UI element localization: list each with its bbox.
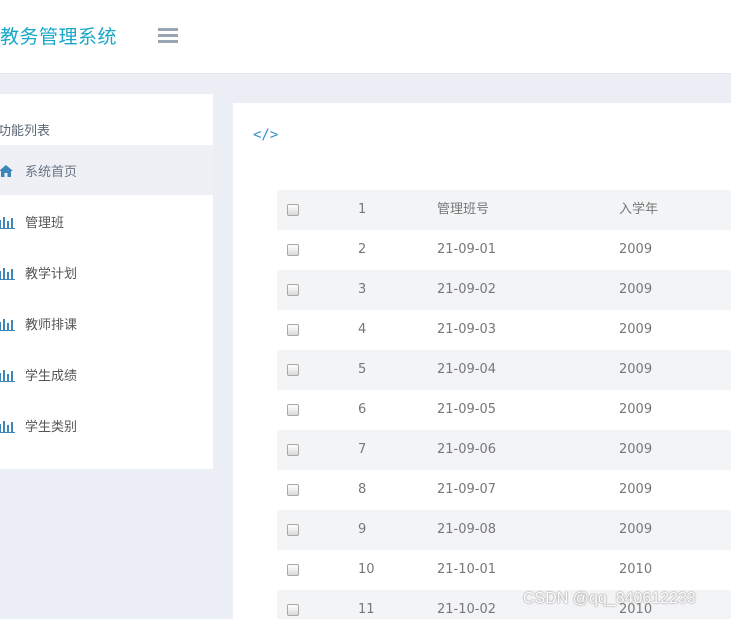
- sidebar-item-label: 教师排课: [25, 317, 78, 333]
- enroll-year-cell: 2009: [619, 482, 653, 497]
- table-header-row: 1 管理班号 入学年: [277, 190, 731, 230]
- home-icon: [0, 163, 16, 177]
- enroll-year-cell: 2009: [619, 442, 653, 457]
- bar-chart-icon: [0, 214, 16, 229]
- row-number: 3: [358, 282, 367, 297]
- row-checkbox[interactable]: [287, 564, 299, 576]
- bar-chart-icon: [0, 316, 16, 331]
- table-row: 2 21-09-01 2009: [277, 230, 731, 270]
- row-checkbox[interactable]: [287, 284, 299, 296]
- sidebar-item[interactable]: 教师排课: [0, 298, 213, 348]
- class-number-cell: 21-09-02: [437, 282, 497, 297]
- sidebar: 功能列表 系统首页管理班教学计划教师排课学生成绩学生类别: [0, 94, 213, 469]
- class-number-cell: 21-10-02: [437, 602, 497, 617]
- table-row: 3 21-09-02 2009: [277, 270, 731, 310]
- enroll-year-cell: 2009: [619, 242, 653, 257]
- row-number: 11: [358, 602, 375, 617]
- watermark: CSDN @qq_840612233: [523, 590, 696, 607]
- table-row: 8 21-09-07 2009: [277, 470, 731, 510]
- row-number: 8: [358, 482, 367, 497]
- code-icon[interactable]: </>: [253, 127, 278, 143]
- sidebar-item-label: 教学计划: [25, 266, 78, 282]
- class-number-cell: 21-09-07: [437, 482, 497, 497]
- row-checkbox[interactable]: [287, 364, 299, 376]
- row-checkbox[interactable]: [287, 524, 299, 536]
- row-checkbox[interactable]: [287, 404, 299, 416]
- sidebar-item[interactable]: 管理班: [0, 196, 213, 246]
- row-checkbox[interactable]: [287, 324, 299, 336]
- row-number: 9: [358, 522, 367, 537]
- top-bar: 教务管理系统: [0, 0, 731, 74]
- sidebar-item[interactable]: 系统首页: [0, 145, 213, 195]
- table-row: 4 21-09-03 2009: [277, 310, 731, 350]
- enroll-year-cell: 2009: [619, 282, 653, 297]
- sidebar-header: 功能列表: [0, 124, 51, 139]
- bar-chart-icon: [0, 418, 16, 433]
- class-number-cell: 管理班号: [437, 202, 490, 217]
- row-checkbox[interactable]: [287, 244, 299, 256]
- enroll-year-cell: 2009: [619, 522, 653, 537]
- main-content: </> 1 管理班号 入学年 2 21-09-01 2009 3 21-09-02 2009 4 2…: [233, 103, 731, 619]
- class-number-cell: 21-09-01: [437, 242, 497, 257]
- row-number: 4: [358, 322, 367, 337]
- sidebar-item-label: 管理班: [25, 215, 65, 231]
- table-row: 6 21-09-05 2009: [277, 390, 731, 430]
- sidebar-item[interactable]: 教学计划: [0, 247, 213, 297]
- row-checkbox[interactable]: [287, 484, 299, 496]
- class-number-cell: 21-09-08: [437, 522, 497, 537]
- data-table: 1 管理班号 入学年 2 21-09-01 2009 3 21-09-02 2009 4 21-09…: [277, 190, 731, 619]
- bar-chart-icon: [0, 265, 16, 280]
- table-row: 9 21-09-08 2009: [277, 510, 731, 550]
- row-checkbox[interactable]: [287, 444, 299, 456]
- table-row: 5 21-09-04 2009: [277, 350, 731, 390]
- table-row: 10 21-10-01 2010: [277, 550, 731, 590]
- sidebar-item[interactable]: 学生成绩: [0, 349, 213, 399]
- row-number: 10: [358, 562, 375, 577]
- enroll-year-cell: 入学年: [619, 202, 659, 217]
- row-checkbox[interactable]: [287, 204, 299, 216]
- enroll-year-cell: 2009: [619, 362, 653, 377]
- table-row: 7 21-09-06 2009: [277, 430, 731, 470]
- menu-toggle-icon[interactable]: [158, 28, 178, 43]
- row-number: 5: [358, 362, 367, 377]
- app-title: 教务管理系统: [0, 26, 118, 48]
- row-number: 1: [358, 202, 367, 217]
- sidebar-item-label: 学生类别: [25, 419, 78, 435]
- bar-chart-icon: [0, 367, 16, 382]
- sidebar-item[interactable]: 学生类别: [0, 400, 213, 450]
- row-number: 2: [358, 242, 367, 257]
- class-number-cell: 21-09-04: [437, 362, 497, 377]
- row-number: 7: [358, 442, 367, 457]
- sidebar-item-label: 学生成绩: [25, 368, 78, 384]
- enroll-year-cell: 2010: [619, 562, 653, 577]
- class-number-cell: 21-09-05: [437, 402, 497, 417]
- class-number-cell: 21-09-06: [437, 442, 497, 457]
- sidebar-item-label: 系统首页: [25, 164, 78, 180]
- class-number-cell: 21-09-03: [437, 322, 497, 337]
- row-number: 6: [358, 402, 367, 417]
- class-number-cell: 21-10-01: [437, 562, 497, 577]
- enroll-year-cell: 2009: [619, 322, 653, 337]
- enroll-year-cell: 2009: [619, 402, 653, 417]
- row-checkbox[interactable]: [287, 604, 299, 616]
